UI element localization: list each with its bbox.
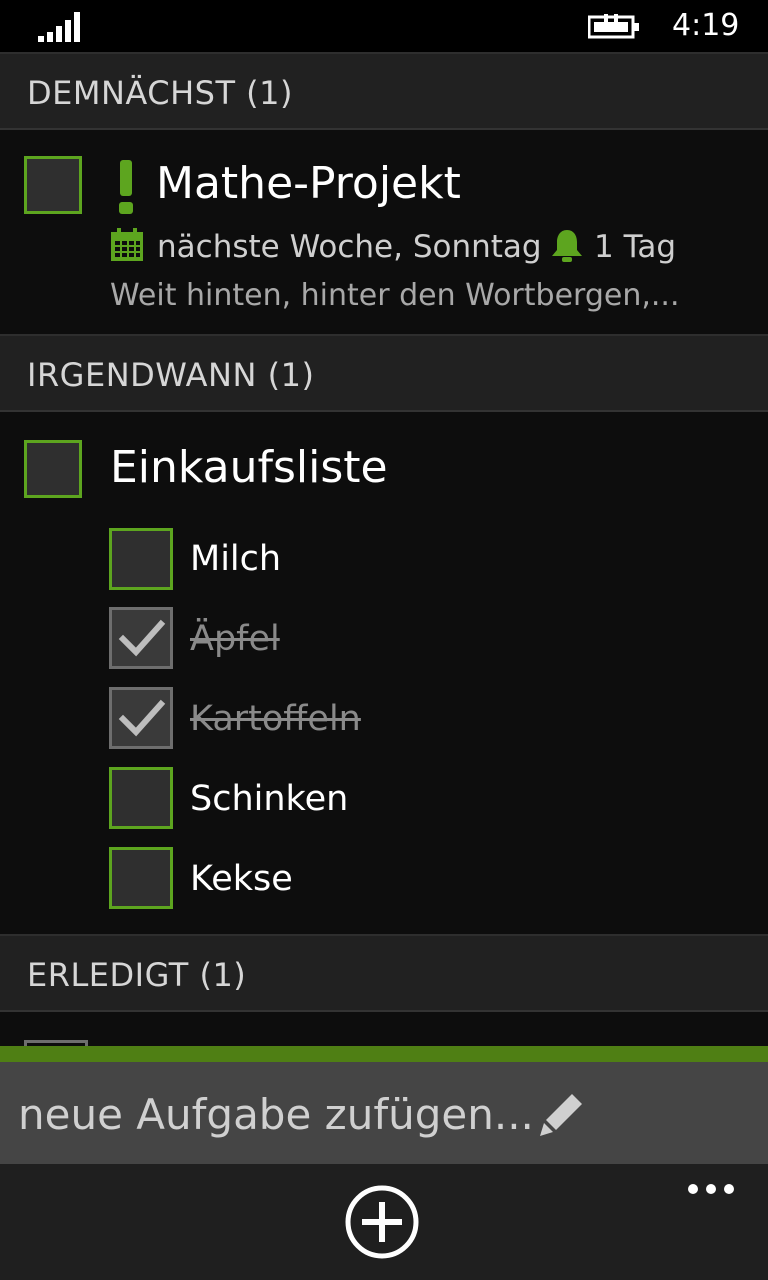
checkmark-icon [118,619,166,657]
subtask-checkbox[interactable] [109,687,173,749]
task-checkbox[interactable] [24,440,82,498]
battery-charging-icon [588,14,639,39]
subtask-checkbox[interactable] [109,607,173,669]
section-header-done[interactable]: ERLEDIGT (1) [0,934,768,1012]
subtask-label: Kekse [190,859,293,899]
task-note: Weit hinten, hinter den Wortbergen,... [110,278,680,313]
task-due-date: nächste Woche, Sonntag [157,229,542,265]
section-header-upcoming[interactable]: DEMNÄCHST (1) [0,52,768,130]
signal-bars-icon [38,12,80,42]
status-time: 4:19 [672,8,740,43]
accent-strip [0,1046,768,1062]
subtask-label: Milch [190,539,282,579]
section-title: IRGENDWANN (1) [27,356,315,394]
new-task-placeholder: neue Aufgabe zufügen... [18,1090,534,1139]
subtask-label: Kartoffeln [190,699,361,739]
app-bar [0,1164,768,1280]
checkmark-icon [118,699,166,737]
section-title: ERLEDIGT (1) [27,956,247,994]
subtask-checkbox[interactable] [109,847,173,909]
subtask-checkbox[interactable] [109,528,173,590]
subtask-label: Schinken [190,779,349,819]
task-reminder: 1 Tag [594,229,677,265]
subtask-label: Äpfel [190,619,280,659]
calendar-icon [111,228,143,261]
bell-icon [552,230,582,262]
pencil-icon[interactable] [538,1090,586,1138]
status-bar: 4:19 [0,0,768,52]
more-dots-icon[interactable] [686,1178,736,1200]
new-task-input[interactable]: neue Aufgabe zufügen... [0,1062,768,1164]
task-title: Einkaufsliste [110,442,388,493]
exclamation-icon [116,160,136,214]
task-title: Mathe-Projekt [156,158,461,209]
section-title: DEMNÄCHST (1) [27,74,293,112]
add-circle-icon[interactable] [344,1184,420,1260]
section-header-someday[interactable]: IRGENDWANN (1) [0,334,768,412]
task-checkbox[interactable] [24,156,82,214]
subtask-checkbox[interactable] [109,767,173,829]
